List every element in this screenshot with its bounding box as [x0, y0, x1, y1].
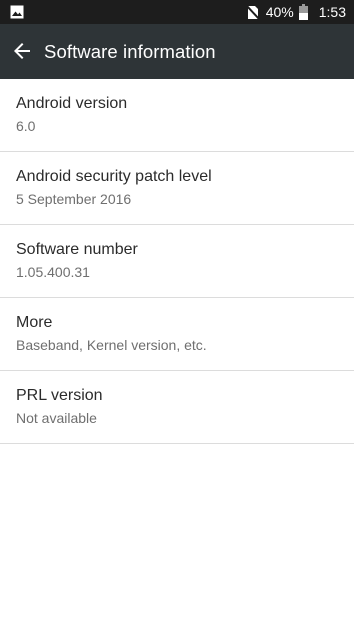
item-title: PRL version [16, 387, 103, 404]
no-sim-icon [246, 4, 259, 20]
image-icon [10, 5, 24, 19]
item-summary: Not available [16, 410, 97, 426]
app-bar: Software information [0, 24, 354, 79]
clock: 1:53 [318, 4, 346, 20]
settings-list: Android version 6.0 Android security pat… [0, 79, 354, 444]
item-title: Software number [16, 241, 138, 258]
item-title: Android version [16, 95, 128, 112]
item-security-patch-level[interactable]: Android security patch level 5 September… [0, 152, 354, 225]
battery-percent: 40% [265, 4, 294, 20]
battery-icon [298, 4, 308, 20]
item-summary: 1.05.400.31 [16, 264, 90, 280]
item-android-version[interactable]: Android version 6.0 [0, 79, 354, 152]
item-summary: Baseband, Kernel version, etc. [16, 337, 207, 353]
status-bar: 40% 1:53 [0, 0, 354, 24]
status-right: 40% 1:53 [246, 0, 346, 24]
item-prl-version[interactable]: PRL version Not available [0, 371, 354, 444]
item-title: More [16, 314, 53, 331]
back-arrow-icon[interactable] [10, 39, 34, 63]
item-more[interactable]: More Baseband, Kernel version, etc. [0, 298, 354, 371]
page-title: Software information [44, 41, 216, 62]
item-title: Android security patch level [16, 168, 212, 185]
item-software-number[interactable]: Software number 1.05.400.31 [0, 225, 354, 298]
item-summary: 6.0 [16, 118, 36, 134]
item-summary: 5 September 2016 [16, 191, 132, 207]
